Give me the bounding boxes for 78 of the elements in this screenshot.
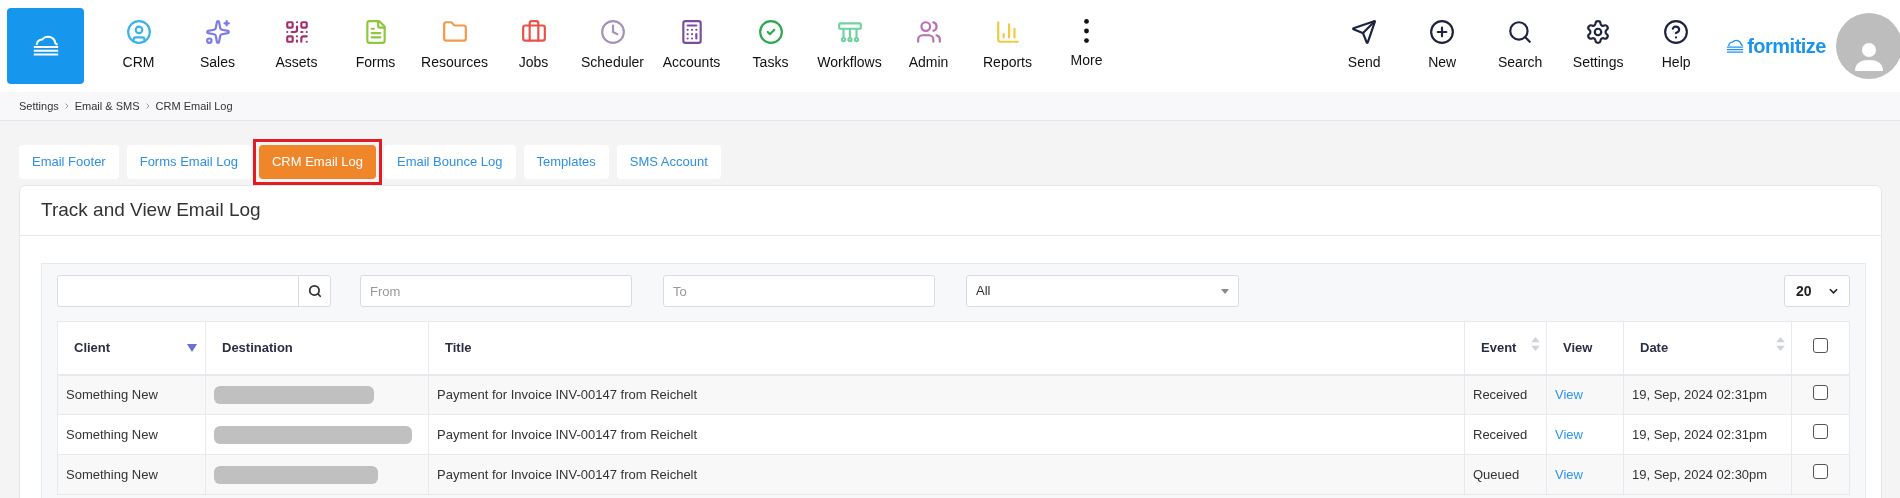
brand-name: formitize [1747, 34, 1826, 59]
table-cell: Something New [57, 374, 206, 415]
column-header: Title [428, 321, 1465, 375]
plus-circle-icon [1429, 19, 1456, 45]
users-icon [915, 19, 942, 45]
briefcase-icon [520, 19, 547, 45]
more-icon [1084, 19, 1089, 43]
nav-item[interactable]: Jobs [494, 19, 573, 73]
clock-icon [599, 19, 626, 45]
event-select[interactable]: All [966, 275, 1239, 307]
user-circle-icon [125, 19, 152, 45]
table-cell: Something New [57, 454, 206, 495]
from-date-field[interactable]: From [360, 275, 632, 307]
row-checkbox[interactable] [1813, 464, 1828, 480]
bar-chart-icon [994, 19, 1021, 45]
nav-item[interactable]: CRM [99, 19, 178, 73]
chevron-down-icon [1829, 288, 1838, 294]
column-header: View [1546, 321, 1624, 375]
column-header[interactable]: Client [57, 321, 206, 375]
breadcrumb[interactable]: Settings [19, 97, 59, 115]
toolbar-action[interactable]: New [1403, 19, 1482, 73]
search-icon [1507, 19, 1534, 45]
tab[interactable]: Email Bounce Log [384, 145, 516, 179]
toolbar-action[interactable]: Help [1637, 19, 1716, 73]
search-icon [307, 284, 322, 298]
sparkles-icon [204, 19, 231, 45]
page-size-select[interactable]: 20 [1784, 275, 1850, 307]
send-icon [1351, 19, 1378, 45]
nav-item[interactable]: Workflows [810, 19, 889, 73]
table-cell: Something New [57, 414, 206, 455]
row-checkbox[interactable] [1813, 424, 1828, 440]
toolbar-action[interactable]: Search [1481, 19, 1560, 73]
row-checkbox[interactable] [1813, 384, 1828, 400]
chevron-right-icon [145, 103, 150, 109]
toolbar-action[interactable]: Send [1325, 19, 1404, 73]
table-cell: Payment for Invoice INV-00147 from Reichelt [428, 414, 1465, 455]
toolbar-action[interactable]: Settings [1559, 19, 1638, 73]
workflow-icon [836, 19, 863, 45]
qr-code-icon [283, 19, 310, 45]
sort-descending-icon[interactable] [187, 344, 197, 352]
column-header: Destination [205, 321, 429, 375]
dropdown-caret-icon [1221, 288, 1229, 294]
panel-title: Track and View Email Log [41, 198, 261, 223]
nav-item[interactable]: Reports [968, 19, 1047, 73]
table-cell: 19, Sep, 2024 02:30pm [1623, 454, 1792, 495]
nav-item[interactable]: Assets [257, 19, 336, 73]
nav-item[interactable]: Scheduler [573, 19, 652, 73]
tab[interactable]: Templates [523, 145, 609, 179]
settings-icon [1585, 19, 1612, 45]
table-cell: Payment for Invoice INV-00147 from Reichelt [428, 454, 1465, 495]
tab[interactable]: Email Footer [19, 145, 119, 179]
breadcrumb[interactable]: CRM Email Log [155, 97, 233, 115]
nav-item[interactable]: Forms [336, 19, 415, 73]
nav-item[interactable]: More [1047, 19, 1126, 73]
nav-item[interactable]: Resources [415, 19, 494, 73]
nav-item[interactable]: Admin [889, 19, 968, 73]
column-header[interactable]: Date [1623, 321, 1792, 375]
table-cell: Payment for Invoice INV-00147 from Reichelt [428, 374, 1465, 415]
table-cell: 19, Sep, 2024 02:31pm [1623, 374, 1792, 415]
nav-item[interactable]: Accounts [652, 19, 731, 73]
column-header[interactable]: Event [1464, 321, 1547, 375]
to-date-field[interactable]: To [663, 275, 935, 307]
nav-item[interactable]: Sales [178, 19, 257, 73]
table-cell: Received [1464, 414, 1547, 455]
nav-item[interactable]: Tasks [731, 19, 810, 73]
select-all-checkbox[interactable] [1813, 337, 1828, 353]
chevron-right-icon [64, 103, 69, 109]
folder-icon [441, 19, 468, 45]
table-cell: Received [1464, 374, 1547, 415]
check-circle-icon [757, 19, 784, 45]
breadcrumb[interactable]: Email & SMS [74, 97, 140, 115]
search-field[interactable] [57, 275, 331, 307]
tab[interactable]: SMS Account [616, 145, 721, 179]
table-cell: Queued [1464, 454, 1547, 495]
help-icon [1663, 19, 1690, 45]
app-logo[interactable] [7, 8, 84, 84]
cloud-icon [1725, 38, 1746, 54]
table-cell: 19, Sep, 2024 02:31pm [1623, 414, 1792, 455]
